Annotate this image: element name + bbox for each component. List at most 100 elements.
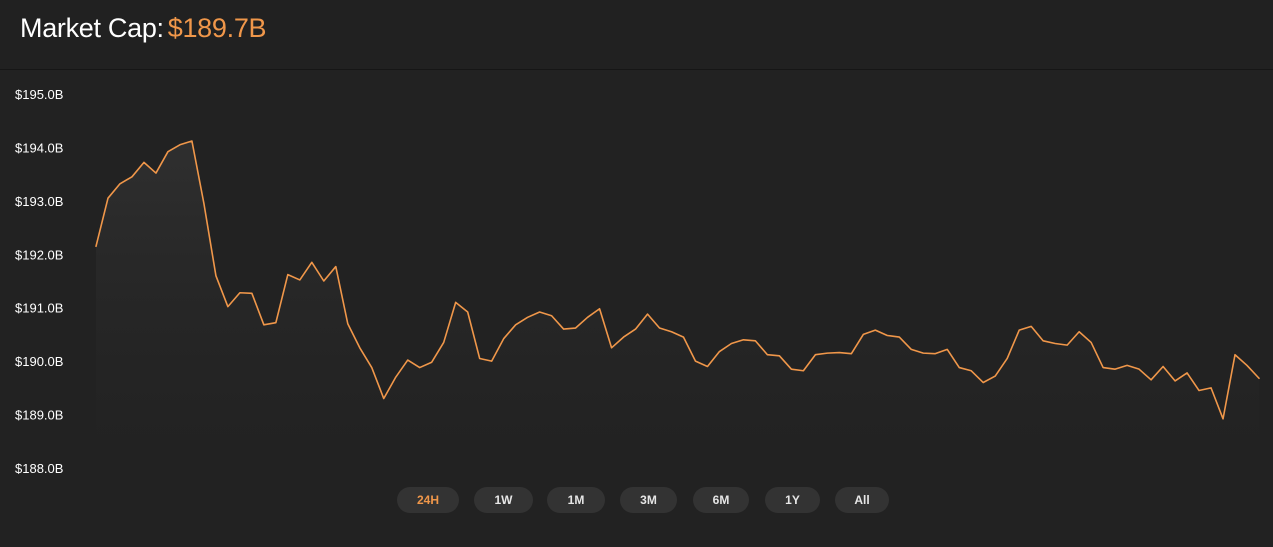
data-point[interactable] <box>825 351 830 356</box>
data-point[interactable] <box>813 352 818 357</box>
range-button-1m[interactable]: 1M <box>547 487 605 513</box>
data-point[interactable] <box>1173 378 1178 383</box>
data-point[interactable] <box>1209 385 1214 390</box>
data-point[interactable] <box>549 313 554 318</box>
data-point[interactable] <box>321 279 326 284</box>
data-point[interactable] <box>1125 363 1130 368</box>
data-point[interactable] <box>465 309 470 314</box>
data-point[interactable] <box>933 351 938 356</box>
data-point[interactable] <box>921 351 926 356</box>
data-point[interactable] <box>717 349 722 354</box>
data-point[interactable] <box>1077 329 1082 334</box>
range-button-3m[interactable]: 3M <box>620 487 677 513</box>
data-point[interactable] <box>1221 416 1226 421</box>
data-point[interactable] <box>837 350 842 355</box>
data-point[interactable] <box>729 341 734 346</box>
data-point[interactable] <box>801 368 806 373</box>
range-button-6m[interactable]: 6M <box>693 487 749 513</box>
data-point[interactable] <box>381 396 386 401</box>
data-point[interactable] <box>645 312 650 317</box>
data-point[interactable] <box>525 315 530 320</box>
data-point[interactable] <box>969 368 974 373</box>
data-point[interactable] <box>1029 324 1034 329</box>
data-point[interactable] <box>501 336 506 341</box>
data-point[interactable] <box>489 359 494 364</box>
data-point[interactable] <box>957 365 962 370</box>
data-point[interactable] <box>909 347 914 352</box>
data-point[interactable] <box>405 358 410 363</box>
data-point[interactable] <box>369 365 374 370</box>
data-point[interactable] <box>117 181 122 186</box>
data-point[interactable] <box>777 353 782 358</box>
data-point[interactable] <box>225 304 230 309</box>
range-button-all[interactable]: All <box>835 487 889 513</box>
data-point[interactable] <box>753 338 758 343</box>
data-point[interactable] <box>417 365 422 370</box>
data-point[interactable] <box>249 291 254 296</box>
data-point[interactable] <box>333 264 338 269</box>
data-point[interactable] <box>1089 340 1094 345</box>
data-point[interactable] <box>789 367 794 372</box>
data-point[interactable] <box>885 333 890 338</box>
data-point[interactable] <box>273 320 278 325</box>
data-point[interactable] <box>1041 338 1046 343</box>
data-point[interactable] <box>1137 367 1142 372</box>
data-point[interactable] <box>1005 356 1010 361</box>
data-point[interactable] <box>189 139 194 144</box>
data-point[interactable] <box>1065 343 1070 348</box>
range-button-1w[interactable]: 1W <box>474 487 533 513</box>
data-point[interactable] <box>357 345 362 350</box>
data-point[interactable] <box>1197 388 1202 393</box>
data-point[interactable] <box>393 375 398 380</box>
data-point[interactable] <box>741 337 746 342</box>
data-point[interactable] <box>285 272 290 277</box>
data-point[interactable] <box>585 315 590 320</box>
data-point[interactable] <box>1161 364 1166 369</box>
data-point[interactable] <box>981 380 986 385</box>
data-point[interactable] <box>429 360 434 365</box>
data-point[interactable] <box>1185 370 1190 375</box>
data-point[interactable] <box>453 300 458 305</box>
data-point[interactable] <box>765 352 770 357</box>
data-point[interactable] <box>621 335 626 340</box>
data-point[interactable] <box>261 322 266 327</box>
data-point[interactable] <box>129 174 134 179</box>
data-point[interactable] <box>573 326 578 331</box>
data-point[interactable] <box>873 328 878 333</box>
data-point[interactable] <box>861 332 866 337</box>
data-point[interactable] <box>1017 328 1022 333</box>
data-point[interactable] <box>609 345 614 350</box>
data-point[interactable] <box>141 160 146 165</box>
data-point[interactable] <box>945 347 950 352</box>
data-point[interactable] <box>897 335 902 340</box>
data-point[interactable] <box>105 196 110 201</box>
data-point[interactable] <box>513 322 518 327</box>
data-point[interactable] <box>441 340 446 345</box>
data-point[interactable] <box>681 335 686 340</box>
range-button-24h[interactable]: 24H <box>397 487 459 513</box>
data-point[interactable] <box>633 327 638 332</box>
data-point[interactable] <box>1257 376 1262 381</box>
data-point[interactable] <box>1149 377 1154 382</box>
data-point[interactable] <box>153 171 158 176</box>
data-point[interactable] <box>297 277 302 282</box>
data-point[interactable] <box>165 149 170 154</box>
data-point[interactable] <box>94 244 99 249</box>
data-point[interactable] <box>1113 367 1118 372</box>
data-point[interactable] <box>477 356 482 361</box>
data-point[interactable] <box>201 201 206 206</box>
data-point[interactable] <box>177 142 182 147</box>
data-point[interactable] <box>849 351 854 356</box>
data-point[interactable] <box>237 290 242 295</box>
data-point[interactable] <box>345 321 350 326</box>
data-point[interactable] <box>669 329 674 334</box>
data-point[interactable] <box>1053 341 1058 346</box>
data-point[interactable] <box>537 309 542 314</box>
data-point[interactable] <box>1245 363 1250 368</box>
data-point[interactable] <box>657 326 662 331</box>
data-point[interactable] <box>213 273 218 278</box>
data-point[interactable] <box>561 327 566 332</box>
data-point[interactable] <box>993 374 998 379</box>
range-button-1y[interactable]: 1Y <box>765 487 820 513</box>
data-point[interactable] <box>705 364 710 369</box>
